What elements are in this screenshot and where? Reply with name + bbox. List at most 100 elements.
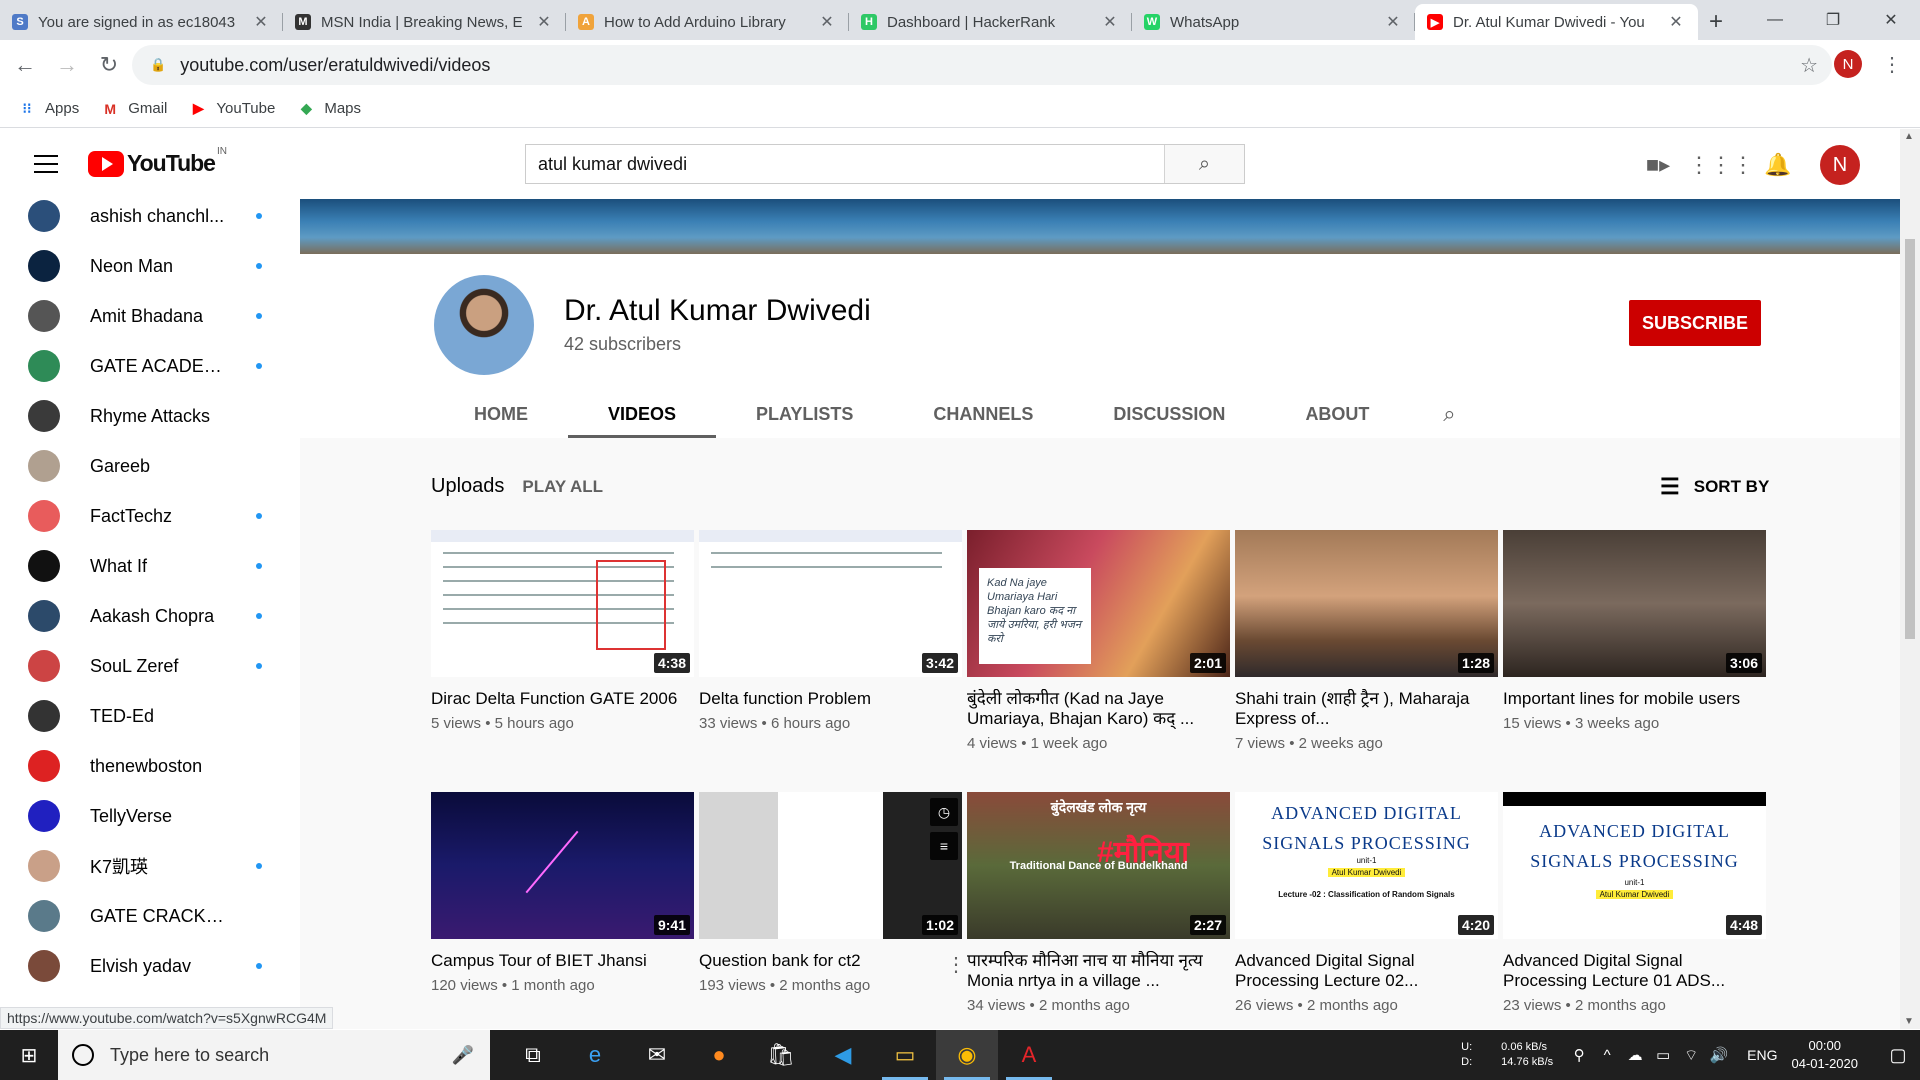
play-all-button[interactable]: PLAY ALL	[522, 477, 603, 497]
scroll-up-icon[interactable]: ▲	[1904, 131, 1914, 142]
video-thumbnail[interactable]: ◷ ≡ 1:02	[699, 792, 962, 939]
tab-about[interactable]: ABOUT	[1265, 390, 1409, 438]
sidebar-subscription-item[interactable]: ashish chanchl...	[0, 199, 300, 241]
sidebar-subscription-item[interactable]: Gareeb	[0, 441, 300, 491]
video-thumbnail[interactable]: Kad Na jaye Umariaya Hari Bhajan karo कद…	[967, 530, 1230, 677]
language-indicator[interactable]: ENG	[1747, 1047, 1777, 1063]
video-title[interactable]: Question bank for ct2	[699, 951, 962, 971]
account-avatar[interactable]: N	[1820, 145, 1860, 185]
watch-later-icon[interactable]: ◷	[930, 798, 958, 826]
sidebar-subscription-item[interactable]: Rhyme Attacks	[0, 391, 300, 441]
clock[interactable]: 00:00 04-01-2020	[1792, 1037, 1859, 1073]
onedrive-icon[interactable]: ☁	[1621, 1046, 1649, 1064]
create-video-icon[interactable]: ■▸	[1628, 152, 1688, 178]
video-thumbnail[interactable]: 3:42	[699, 530, 962, 677]
bookmark-maps[interactable]: ◆ Maps	[297, 100, 361, 118]
subscribe-button[interactable]: SUBSCRIBE	[1629, 300, 1761, 346]
video-thumbnail[interactable]: बुंदेलखंड लोक नृत्य #मौनिया Traditional …	[967, 792, 1230, 939]
edge-icon[interactable]: e	[564, 1030, 626, 1080]
video-title[interactable]: Advanced Digital Signal Processing Lectu…	[1503, 951, 1766, 991]
store-icon[interactable]: 🛍	[750, 1030, 812, 1080]
close-icon[interactable]: ✕	[817, 12, 837, 32]
sidebar-subscription-item[interactable]: thenewboston	[0, 741, 300, 791]
video-title[interactable]: Delta function Problem	[699, 689, 962, 709]
video-thumbnail[interactable]: ADVANCED DIGITAL SIGNALS PROCESSING unit…	[1235, 792, 1498, 939]
close-icon[interactable]: ✕	[251, 12, 271, 32]
video-thumbnail[interactable]: 4:38	[431, 530, 694, 677]
video-card[interactable]: 3:06 Important lines for mobile users 15…	[1503, 530, 1766, 732]
sort-by-button[interactable]: ☰ SORT BY	[1660, 474, 1769, 500]
search-button[interactable]: ⌕	[1164, 145, 1244, 183]
sidebar-subscription-item[interactable]: GATE ACADEMY	[0, 341, 300, 391]
video-card[interactable]: 4:38 Dirac Delta Function GATE 2006 5 vi…	[431, 530, 694, 732]
sidebar-subscription-item[interactable]: Neon Man	[0, 241, 300, 291]
channel-avatar[interactable]	[434, 275, 534, 375]
youtube-logo[interactable]: YouTube IN	[88, 146, 227, 177]
sidebar-subscription-item[interactable]: Amit Bhadana	[0, 291, 300, 341]
channel-search-icon[interactable]: ⌕	[1419, 390, 1479, 438]
notifications-icon[interactable]: ▢	[1876, 1045, 1920, 1066]
video-title[interactable]: Dirac Delta Function GATE 2006	[431, 689, 694, 709]
address-bar[interactable]: 🔒 youtube.com/user/eratuldwivedi/videos …	[132, 45, 1832, 85]
close-window-icon[interactable]: ✕	[1862, 0, 1920, 40]
tab-signed-in[interactable]: S You are signed in as ec18043 ✕	[0, 4, 283, 40]
video-title[interactable]: Shahi train (शाही ट्रैन ), Maharaja Expr…	[1235, 689, 1498, 729]
people-icon[interactable]: ⚲	[1565, 1046, 1593, 1064]
sidebar-subscription-item[interactable]: Aakash Chopra	[0, 591, 300, 641]
video-title[interactable]: Campus Tour of BIET Jhansi	[431, 951, 694, 971]
scroll-down-icon[interactable]: ▼	[1904, 1016, 1914, 1027]
tab-discussion[interactable]: DISCUSSION	[1073, 390, 1265, 438]
chevron-up-icon[interactable]: ^	[1593, 1047, 1621, 1064]
sidebar-subscription-item[interactable]: K7凱瑛	[0, 841, 300, 891]
bookmark-apps[interactable]: ⁝⁝ Apps	[18, 100, 80, 118]
microphone-icon[interactable]: 🎤	[452, 1045, 474, 1066]
add-to-queue-icon[interactable]: ≡	[930, 832, 958, 860]
maximize-icon[interactable]: ❐	[1804, 0, 1862, 40]
tab-youtube[interactable]: ▶ Dr. Atul Kumar Dwivedi - You ✕	[1415, 4, 1698, 40]
sidebar-subscription-item[interactable]: TellyVerse	[0, 791, 300, 841]
close-icon[interactable]: ✕	[534, 12, 554, 32]
sidebar-subscription-item[interactable]: FactTechz	[0, 491, 300, 541]
video-thumbnail[interactable]: 3:06	[1503, 530, 1766, 677]
notifications-bell-icon[interactable]: 🔔	[1748, 152, 1808, 178]
new-tab-button[interactable]: +	[1698, 4, 1734, 40]
page-scrollbar[interactable]: ▲ ▼	[1900, 129, 1920, 1029]
tab-msn[interactable]: M MSN India | Breaking News, E ✕	[283, 4, 566, 40]
video-thumbnail[interactable]: ADVANCED DIGITAL SIGNALS PROCESSING unit…	[1503, 792, 1766, 939]
tab-videos[interactable]: VIDEOS	[568, 390, 717, 438]
back-icon[interactable]: ←	[8, 48, 42, 82]
close-icon[interactable]: ✕	[1100, 12, 1120, 32]
tab-playlists[interactable]: PLAYLISTS	[716, 390, 893, 438]
sidebar-subscription-item[interactable]: GATE CRACKERS	[0, 891, 300, 941]
video-title[interactable]: पारम्परिक मौनिआ नाच या मौनिया नृत्य Moni…	[967, 951, 1230, 991]
acrobat-icon[interactable]: A	[998, 1030, 1060, 1080]
vscode-icon[interactable]: ◀	[812, 1030, 874, 1080]
firefox-icon[interactable]: ●	[688, 1030, 750, 1080]
menu-icon[interactable]: ⋮	[1882, 52, 1902, 77]
video-card[interactable]: बुंदेलखंड लोक नृत्य #मौनिया Traditional …	[967, 792, 1230, 1014]
tab-channels[interactable]: CHANNELS	[893, 390, 1073, 438]
video-title[interactable]: Important lines for mobile users	[1503, 689, 1766, 709]
reload-icon[interactable]: ↻	[92, 48, 126, 82]
close-icon[interactable]: ✕	[1666, 12, 1686, 32]
windows-start-icon[interactable]: ⊞	[0, 1030, 58, 1080]
tab-arduino[interactable]: A How to Add Arduino Library ✕	[566, 4, 849, 40]
star-icon[interactable]: ☆	[1800, 53, 1818, 78]
chrome-icon[interactable]: ◉	[936, 1030, 998, 1080]
sidebar-subscription-item[interactable]: Elvish yadav	[0, 941, 300, 991]
forward-icon[interactable]: →	[50, 48, 84, 82]
network-icon[interactable]: ⌔	[1677, 1046, 1705, 1065]
file-explorer-icon[interactable]: ▭	[874, 1030, 936, 1080]
task-view-icon[interactable]: ⧉	[502, 1030, 564, 1080]
sidebar-subscription-item[interactable]: SouL Zeref	[0, 641, 300, 691]
video-thumbnail[interactable]: 9:41	[431, 792, 694, 939]
bookmark-youtube[interactable]: ▶ YouTube	[189, 100, 275, 118]
tab-hackerrank[interactable]: H Dashboard | HackerRank ✕	[849, 4, 1132, 40]
tab-whatsapp[interactable]: W WhatsApp ✕	[1132, 4, 1415, 40]
video-card[interactable]: ◷ ≡ 1:02 Question bank for ct2 193 views…	[699, 792, 966, 994]
volume-icon[interactable]: 🔊	[1705, 1046, 1733, 1064]
sidebar-subscription-item[interactable]: What If	[0, 541, 300, 591]
profile-avatar[interactable]: N	[1834, 50, 1862, 78]
taskbar-search[interactable]: Type here to search 🎤	[58, 1030, 490, 1080]
battery-icon[interactable]: ▭	[1649, 1046, 1677, 1064]
